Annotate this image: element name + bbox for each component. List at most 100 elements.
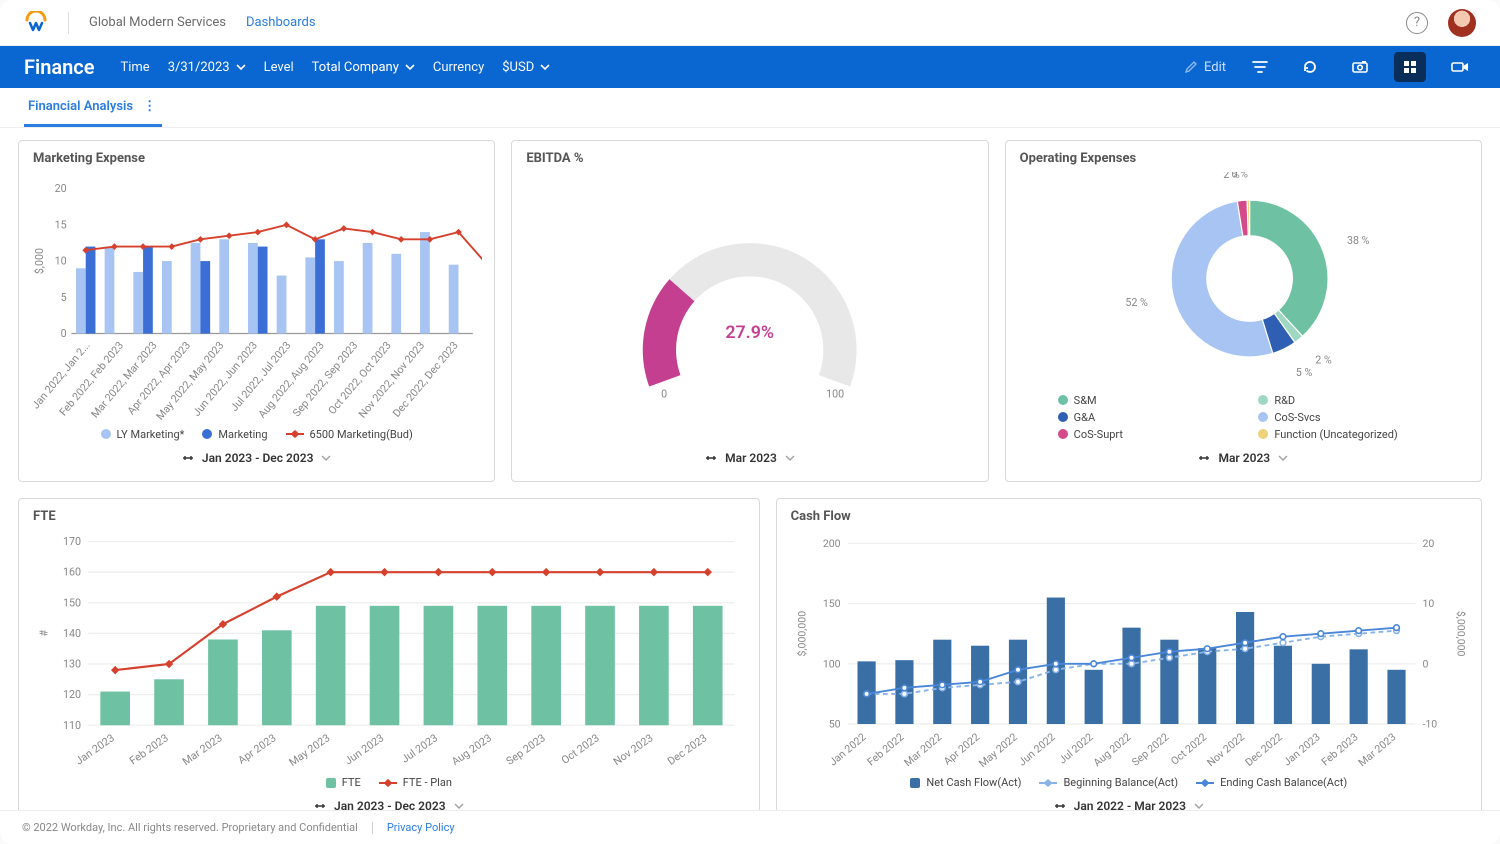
svg-text:Feb 2022: Feb 2022 <box>864 730 906 768</box>
range-selector[interactable]: Mar 2023 <box>1018 445 1469 475</box>
filter-currency-label: Currency <box>433 60 484 75</box>
grid-view-icon[interactable] <box>1394 52 1426 82</box>
legend-item: CoS-Svcs <box>1274 411 1320 424</box>
workday-logo-icon[interactable] <box>24 11 48 35</box>
chevron-down-icon <box>405 62 415 72</box>
svg-text:20: 20 <box>55 182 67 195</box>
svg-text:Dec 2023: Dec 2023 <box>665 731 709 768</box>
legend-item: G&A <box>1074 411 1096 424</box>
svg-text:Jan 2022, Jan 2...: Jan 2022, Jan 2... <box>31 339 93 411</box>
svg-text:Jan 2022: Jan 2022 <box>826 730 868 768</box>
tab-financial-analysis[interactable]: Financial Analysis ⋮ <box>24 89 162 127</box>
svg-text:Nov 2023: Nov 2023 <box>611 731 656 768</box>
svg-text:Dec 2022, Dec 2023: Dec 2022, Dec 2023 <box>390 339 461 420</box>
help-icon[interactable]: ? <box>1406 12 1428 34</box>
card-title: FTE <box>19 499 759 524</box>
svg-text:140: 140 <box>63 627 81 640</box>
svg-text:Mar 2023: Mar 2023 <box>1355 730 1398 769</box>
dashboard-grid: Marketing Expense 0 5 10 15 20 $,000 Jan 2022,… <box>0 128 1500 810</box>
svg-text:Feb 2023: Feb 2023 <box>127 731 171 767</box>
svg-text:100: 100 <box>822 657 840 670</box>
range-selector[interactable]: Mar 2023 <box>524 445 975 475</box>
range-selector[interactable]: Jan 2023 - Dec 2023 <box>31 793 747 810</box>
edit-button[interactable]: Edit <box>1184 60 1226 75</box>
svg-text:38 %: 38 % <box>1347 234 1370 247</box>
filter-level-value[interactable]: Total Company <box>312 60 415 75</box>
filter-currency-text: $USD <box>502 60 534 75</box>
filter-level-text: Total Company <box>312 60 399 75</box>
chart-fte: 110120130140150160170#Jan 2023Feb 2023Ma… <box>31 530 747 773</box>
legend-item: Ending Cash Balance(Act) <box>1220 776 1347 789</box>
range-selector[interactable]: Jan 2023 - Dec 2023 <box>31 445 482 475</box>
legend-item: Function (Uncategorized) <box>1274 428 1397 441</box>
svg-text:Apr 2022: Apr 2022 <box>941 730 982 767</box>
refresh-icon[interactable] <box>1294 52 1326 82</box>
legend-item: Beginning Balance(Act) <box>1063 776 1178 789</box>
range-text: Mar 2023 <box>725 451 777 465</box>
svg-text:May 2023: May 2023 <box>286 731 332 769</box>
filter-bar: Finance Time 3/31/2023 Level Total Compa… <box>0 46 1500 88</box>
filter-currency-value[interactable]: $USD <box>502 60 550 75</box>
legend-cashflow: Net Cash Flow(Act) Beginning Balance(Act… <box>789 772 1469 793</box>
svg-text:0 %: 0 % <box>1231 172 1248 181</box>
svg-text:5: 5 <box>61 291 67 304</box>
svg-text:Apr 2023: Apr 2023 <box>235 731 278 767</box>
tab-strip: Financial Analysis ⋮ <box>0 88 1500 128</box>
range-lock-icon <box>314 801 326 810</box>
svg-text:Jun 2022: Jun 2022 <box>1015 730 1057 768</box>
filter-time-value[interactable]: 3/31/2023 <box>168 60 246 75</box>
edit-label: Edit <box>1204 60 1226 75</box>
top-bar: Global Modern Services Dashboards ? <box>0 0 1500 46</box>
svg-text:120: 120 <box>63 688 81 701</box>
svg-text:Feb 2023: Feb 2023 <box>1318 730 1360 768</box>
org-name: Global Modern Services <box>89 15 226 30</box>
svg-text:150: 150 <box>822 597 840 610</box>
tab-more-icon[interactable]: ⋮ <box>143 99 158 114</box>
chevron-down-icon <box>785 453 795 463</box>
filter-icon[interactable] <box>1244 52 1276 82</box>
chart-marketing: 05101520$,000Jan 2022, Jan 2...Feb 2022,… <box>31 172 482 424</box>
chevron-down-icon <box>321 453 331 463</box>
dashboards-link[interactable]: Dashboards <box>246 15 316 30</box>
legend-item: R&D <box>1274 394 1295 407</box>
card-title: Cash Flow <box>777 499 1481 524</box>
svg-text:$,000: $,000 <box>33 248 46 274</box>
legend-marketing: LY Marketing* Marketing 6500 Marketing(B… <box>31 424 482 445</box>
svg-text:170: 170 <box>63 535 81 548</box>
svg-text:27.9%: 27.9% <box>726 322 775 343</box>
svg-text:10: 10 <box>55 255 67 268</box>
video-icon[interactable] <box>1444 52 1476 82</box>
brand-divider <box>68 12 69 34</box>
svg-text:0: 0 <box>661 387 667 400</box>
svg-text:Oct 2022: Oct 2022 <box>1168 730 1209 767</box>
user-avatar[interactable] <box>1448 9 1476 37</box>
svg-text:100: 100 <box>827 387 845 400</box>
svg-text:Jul 2023: Jul 2023 <box>399 731 440 765</box>
range-text: Jan 2023 - Dec 2023 <box>202 451 314 465</box>
footer-divider <box>372 822 373 834</box>
legend-opex: S&M R&D G&A CoS-Svcs CoS-Suprt Function … <box>1018 390 1469 445</box>
range-lock-icon <box>182 453 194 463</box>
chart-ebitda: 27.9% 0 100 <box>524 172 975 445</box>
chevron-down-icon <box>236 62 246 72</box>
svg-text:15: 15 <box>55 218 67 231</box>
svg-text:Nov 2022: Nov 2022 <box>1204 730 1247 769</box>
range-text: Jan 2022 - Mar 2023 <box>1074 799 1186 810</box>
svg-text:Jan 2023: Jan 2023 <box>73 731 117 767</box>
legend-item: FTE - Plan <box>403 776 452 789</box>
card-title: EBITDA % <box>512 141 987 166</box>
card-ebitda: EBITDA % 27.9% 0 100 Mar 2023 <box>511 140 988 482</box>
camera-icon[interactable] <box>1344 52 1376 82</box>
svg-text:130: 130 <box>63 657 81 670</box>
range-lock-icon <box>1198 453 1210 463</box>
chart-cashflow: 50100150200-1001020$,000,000$,000,000Jan… <box>789 530 1469 773</box>
range-selector[interactable]: Jan 2022 - Mar 2023 <box>789 793 1469 810</box>
range-lock-icon <box>1054 801 1066 810</box>
privacy-link[interactable]: Privacy Policy <box>387 821 455 834</box>
card-fte: FTE 110120130140150160170#Jan 2023Feb 20… <box>18 498 760 810</box>
tab-label: Financial Analysis <box>28 99 133 114</box>
card-title: Marketing Expense <box>19 141 494 166</box>
footer-copyright: © 2022 Workday, Inc. All rights reserved… <box>22 821 358 834</box>
svg-text:May 2022: May 2022 <box>976 730 1020 770</box>
svg-text:50: 50 <box>828 717 840 730</box>
